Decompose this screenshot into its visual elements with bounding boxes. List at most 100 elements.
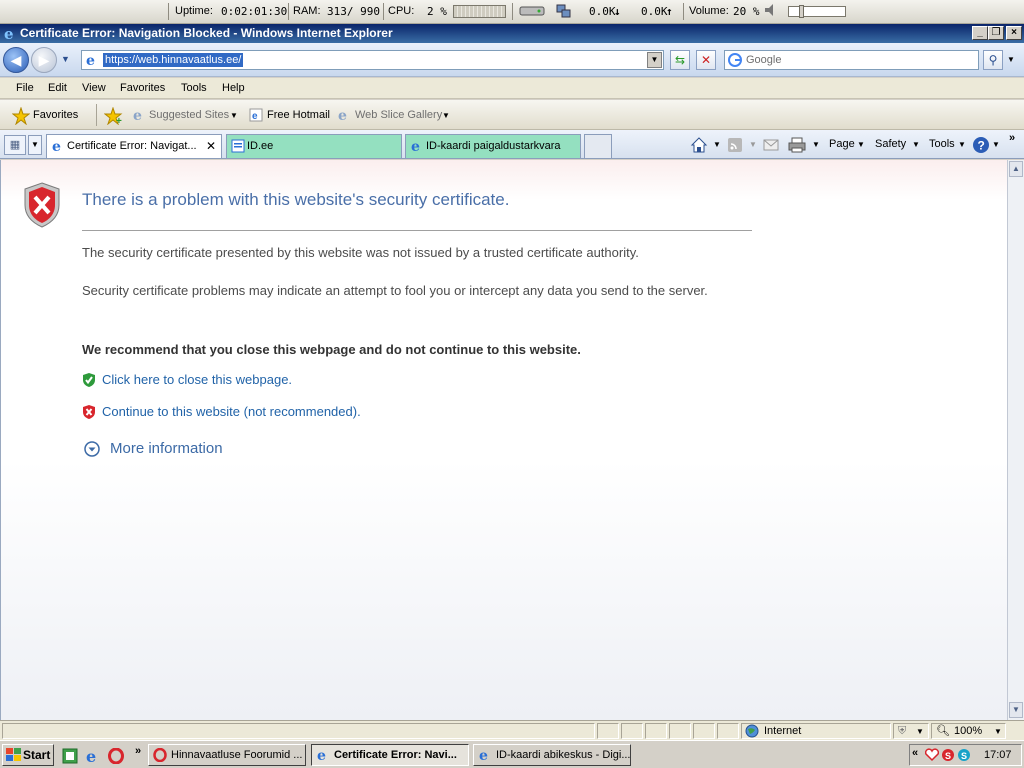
quicklaunch-opera-icon[interactable] <box>108 747 124 767</box>
tab-certificate-error[interactable]: e Certificate Error: Navigat... ✕ <box>46 134 222 158</box>
help-icon[interactable]: ? <box>972 136 990 157</box>
continue-link[interactable]: Continue to this website (not recommende… <box>102 404 361 419</box>
new-tab-button[interactable] <box>584 134 612 158</box>
tray-expand-icon[interactable]: « <box>912 747 918 759</box>
web-slice-gallery-link[interactable]: Web Slice Gallery <box>355 109 442 121</box>
menu-view[interactable]: View <box>82 82 106 94</box>
menu-tools[interactable]: Tools <box>181 82 207 94</box>
zone-label: Internet <box>764 725 802 737</box>
web-slice-icon: e <box>337 108 351 125</box>
address-bar[interactable]: e https://web.hinnavaatlus.ee/ ▼ <box>81 50 664 70</box>
error-warning: Security certificate problems may indica… <box>82 283 708 298</box>
error-heading: There is a problem with this website's s… <box>82 190 510 209</box>
suggested-sites-link[interactable]: Suggested Sites <box>149 109 229 121</box>
free-hotmail-link[interactable]: Free Hotmail <box>267 109 330 121</box>
window-title-bar[interactable]: e Certificate Error: Navigation Blocked … <box>0 24 1024 43</box>
taskbar-item-label: Hinnavaatluse Foorumid ... <box>171 749 303 761</box>
search-button[interactable]: ⚲ <box>983 50 1003 70</box>
help-dropdown-icon[interactable]: ▼ <box>992 140 1000 149</box>
print-dropdown-icon[interactable]: ▼ <box>812 140 820 149</box>
zoom-panel[interactable]: 🔍︎ 100% ▼ <box>931 723 1006 739</box>
tray-skype-icon[interactable]: S <box>957 748 971 765</box>
tab-id-ee[interactable]: ID.ee <box>226 134 402 158</box>
favorites-star-icon <box>11 106 31 128</box>
favorites-bar: Favorites + e Suggested Sites ▼ e Free H… <box>0 100 1024 130</box>
scroll-down-arrow[interactable]: ▼ <box>1009 702 1023 718</box>
opera-icon <box>153 747 167 765</box>
search-placeholder: Google <box>746 54 782 66</box>
quicklaunch-more-icon[interactable]: » <box>135 745 141 757</box>
address-dropdown-button[interactable]: ▼ <box>647 52 662 68</box>
quick-tabs-icon[interactable]: ▦ <box>4 135 26 155</box>
restore-button[interactable]: ❐ <box>988 26 1004 40</box>
safety-menu[interactable]: Safety <box>875 138 906 150</box>
close-tab-icon[interactable]: ✕ <box>206 135 216 157</box>
suggested-sites-dropdown-icon[interactable]: ▼ <box>230 111 238 120</box>
window-title: Certificate Error: Navigation Blocked - … <box>20 26 393 40</box>
expand-circle-icon[interactable] <box>84 441 100 460</box>
tab-row: ▦ ▼ e Certificate Error: Navigat... ✕ ID… <box>0 130 1024 159</box>
page-menu[interactable]: Page <box>829 138 855 150</box>
tools-dropdown-icon[interactable]: ▼ <box>958 140 966 149</box>
feeds-icon[interactable] <box>727 137 743 156</box>
taskbar-item-hinnavaatlus[interactable]: Hinnavaatluse Foorumid ... <box>148 744 306 766</box>
feeds-dropdown-icon[interactable]: ▼ <box>749 140 757 149</box>
menu-favorites[interactable]: Favorites <box>120 82 165 94</box>
safety-dropdown-icon[interactable]: ▼ <box>912 140 920 149</box>
tab-id-kaardi[interactable]: e ID-kaardi paigaldustarkvara <box>405 134 581 158</box>
web-slice-dropdown-icon[interactable]: ▼ <box>442 111 450 120</box>
menu-help[interactable]: Help <box>222 82 245 94</box>
menu-file[interactable]: File <box>16 82 34 94</box>
refresh-button[interactable]: ⇆ <box>670 50 690 70</box>
favorites-button[interactable]: Favorites <box>33 109 78 121</box>
hotmail-icon: e <box>249 108 263 125</box>
search-box[interactable]: Google <box>724 50 979 70</box>
volume-slider[interactable] <box>788 5 846 18</box>
minimize-button[interactable]: _ <box>972 26 988 40</box>
url-text[interactable]: https://web.hinnavaatlus.ee/ <box>103 53 244 67</box>
taskbar-item-id-kaardi[interactable]: e ID-kaardi abikeskus - Digi... <box>473 744 631 766</box>
read-mail-icon[interactable] <box>763 138 779 155</box>
more-information-link[interactable]: More information <box>110 440 223 457</box>
svg-text:S: S <box>945 751 951 761</box>
protected-mode-panel[interactable]: ⛨ ▼ <box>893 723 929 739</box>
svg-text:e: e <box>479 748 488 762</box>
tray-heart-icon[interactable] <box>924 748 940 765</box>
tab-ie-icon: e <box>51 139 65 158</box>
search-options-dropdown[interactable]: ▼ <box>1007 55 1015 64</box>
forward-button[interactable]: ▶ <box>31 47 57 73</box>
close-page-link[interactable]: Click here to close this webpage. <box>102 372 292 387</box>
close-window-button[interactable]: × <box>1006 26 1022 40</box>
ie-logo-icon: e <box>3 25 18 44</box>
stop-button[interactable]: ✕ <box>696 50 716 70</box>
svg-text:?: ? <box>978 139 985 153</box>
tools-menu[interactable]: Tools <box>929 138 955 150</box>
home-dropdown-icon[interactable]: ▼ <box>713 140 721 149</box>
menu-edit[interactable]: Edit <box>48 82 67 94</box>
page-dropdown-icon[interactable]: ▼ <box>857 140 865 149</box>
scroll-up-arrow[interactable]: ▲ <box>1009 161 1023 177</box>
svg-text:e: e <box>338 108 347 122</box>
zoom-dropdown-icon[interactable]: ▼ <box>994 725 1002 739</box>
home-icon[interactable] <box>690 136 708 157</box>
quicklaunch-show-desktop-icon[interactable] <box>62 748 78 767</box>
tab-list-dropdown[interactable]: ▼ <box>28 135 42 155</box>
network-icon <box>556 3 572 20</box>
print-icon[interactable] <box>788 137 806 156</box>
back-button[interactable]: ◀ <box>3 47 29 73</box>
green-shield-icon <box>82 372 96 391</box>
vertical-scrollbar[interactable]: ▲ ▼ <box>1007 160 1024 720</box>
clock[interactable]: 17:07 <box>984 749 1012 761</box>
taskbar: Start e » Hinnavaatluse Foorumid ... e C… <box>0 740 1024 768</box>
taskbar-item-certificate-error[interactable]: e Certificate Error: Navi... <box>311 744 469 766</box>
svg-text:e: e <box>133 108 142 122</box>
tray-antivirus-icon[interactable]: S <box>941 748 955 765</box>
security-zone-panel[interactable]: Internet <box>741 723 891 739</box>
protected-mode-dropdown-icon[interactable]: ▼ <box>916 725 924 739</box>
recent-pages-dropdown[interactable]: ▼ <box>61 54 70 64</box>
speaker-icon[interactable] <box>763 3 779 20</box>
quicklaunch-ie-icon[interactable]: e <box>85 747 101 767</box>
more-commands-icon[interactable]: » <box>1009 132 1015 144</box>
start-button[interactable]: Start <box>2 744 54 766</box>
add-favorite-icon[interactable]: + <box>103 106 124 128</box>
